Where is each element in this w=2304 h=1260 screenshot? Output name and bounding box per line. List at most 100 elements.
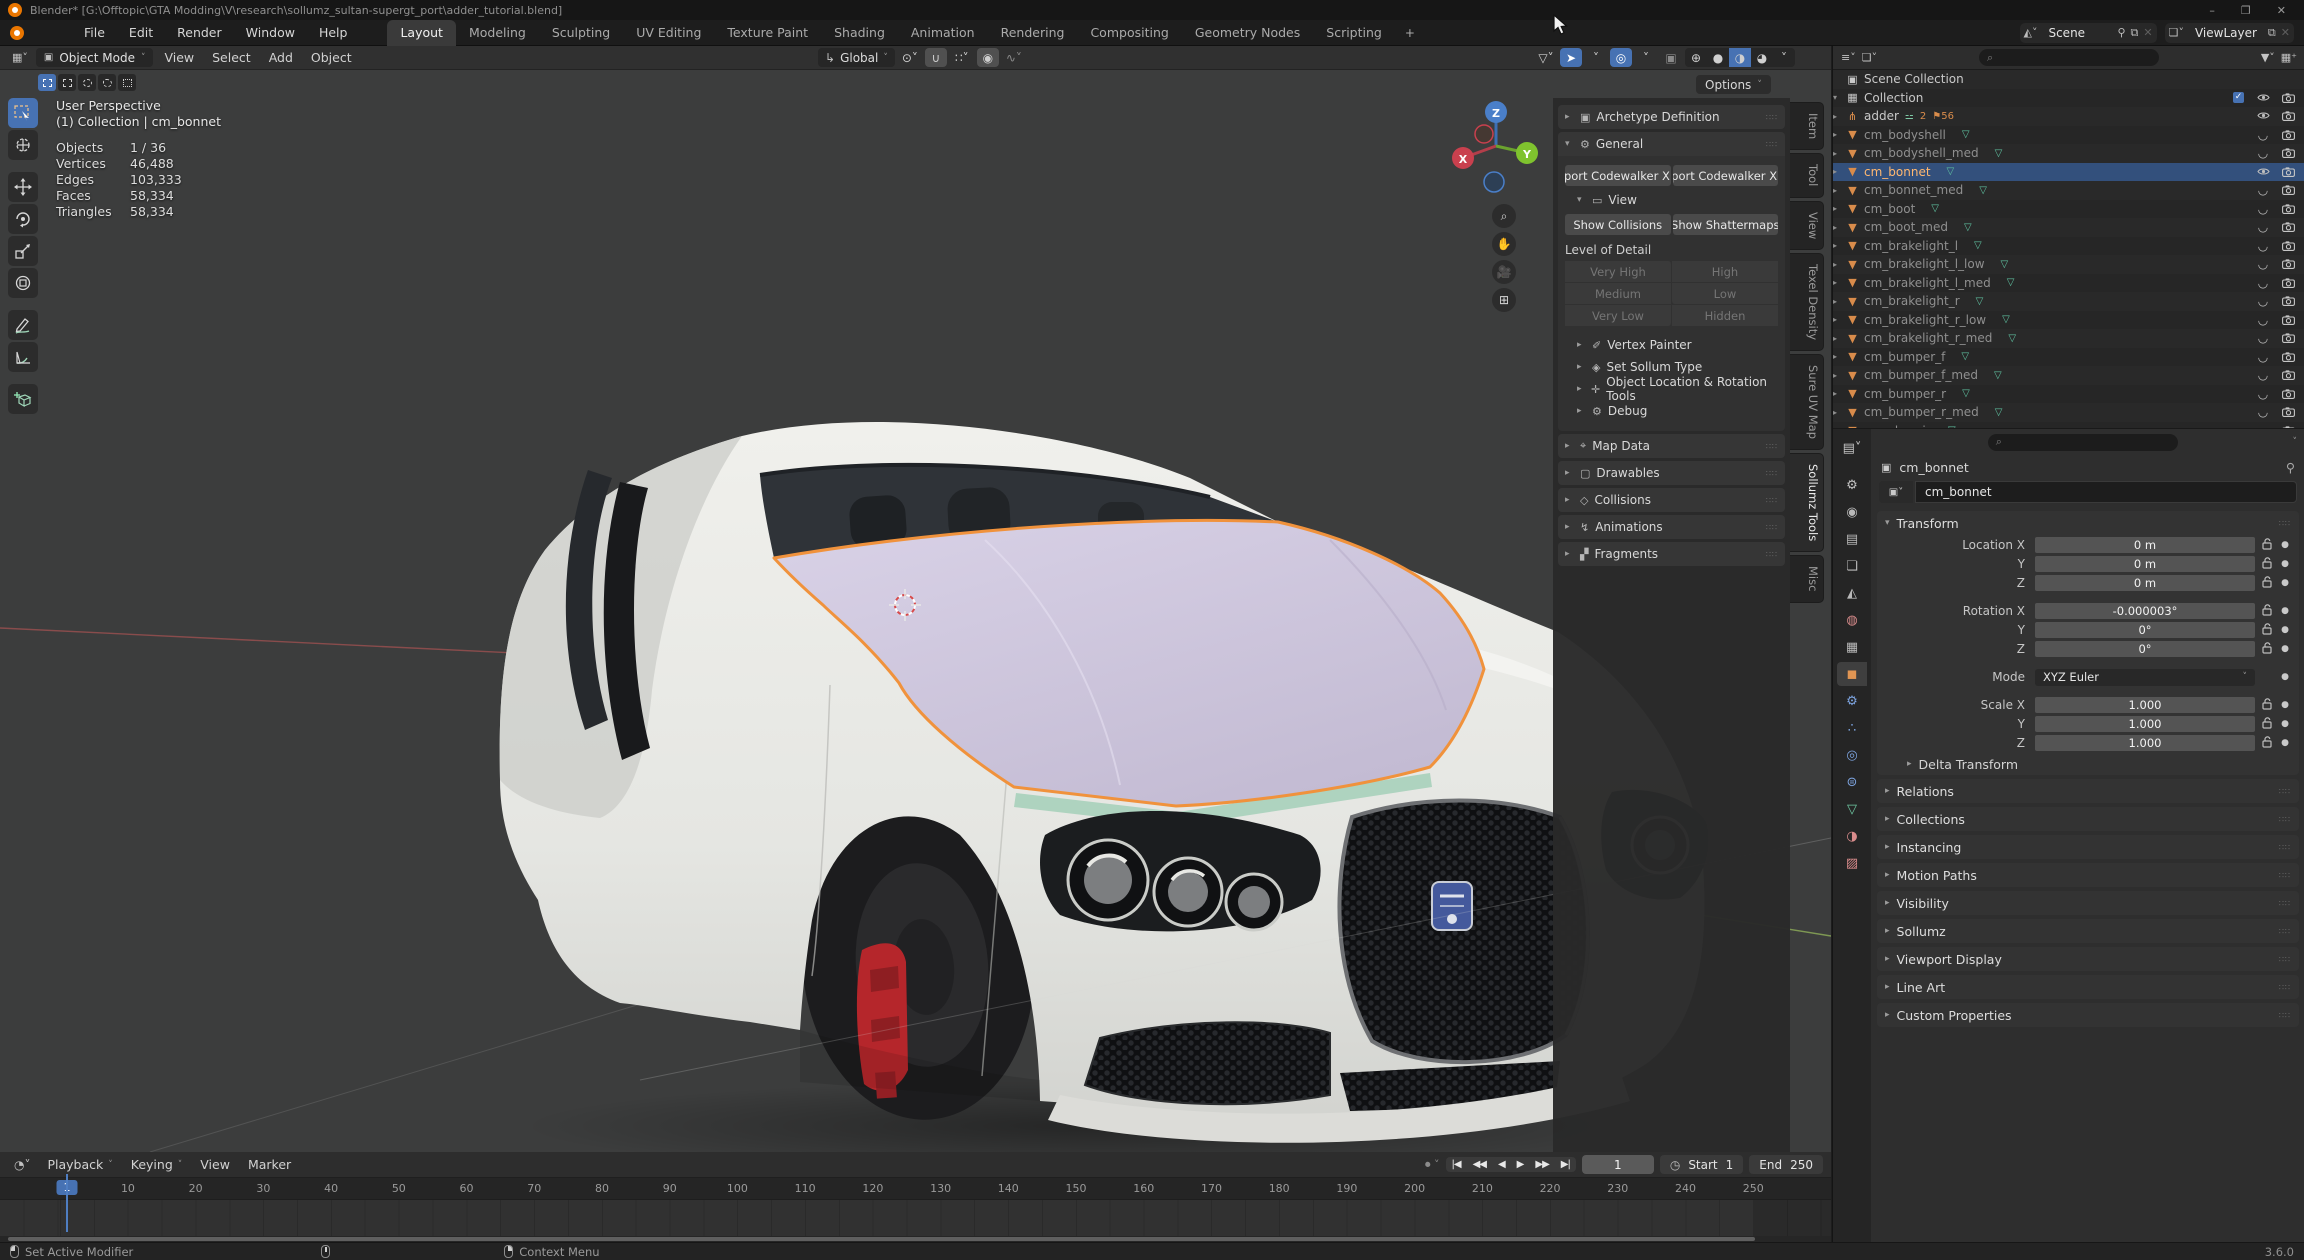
select-tweak-button[interactable] — [38, 74, 56, 91]
overlays-dropdown[interactable]: ˅ — [1635, 48, 1657, 67]
viewport-menu-item[interactable]: View — [155, 47, 203, 68]
value-field[interactable]: 1.000 — [2035, 735, 2255, 751]
timeline-ruler[interactable]: 1020304050607080901001101201301401501601… — [0, 1178, 1831, 1200]
lod-button[interactable]: Low — [1672, 283, 1778, 304]
sidebar-collapsed-panel[interactable]: ▸▞ Fragments∷∷ — [1558, 542, 1785, 566]
delta-transform-panel[interactable]: ▸Delta Transform — [1877, 753, 2299, 775]
value-field[interactable]: -0.000003° — [2035, 603, 2255, 619]
camera-disable-icon[interactable] — [2282, 333, 2295, 343]
lock-icon[interactable] — [2255, 623, 2279, 638]
sidebar-tab[interactable]: Tool — [1790, 153, 1824, 197]
timeline-editor-type-button[interactable]: ◔˅ — [8, 1158, 36, 1172]
animate-dot[interactable]: ● — [2279, 644, 2291, 654]
properties-search-input[interactable]: ⌕ — [1988, 434, 2178, 451]
lock-icon[interactable] — [2255, 717, 2279, 732]
transport-button-jump-to-end[interactable]: ▶| — [1555, 1157, 1576, 1172]
workspace-tab[interactable]: Rendering — [988, 20, 1078, 46]
workspace-tab[interactable]: Texture Paint — [714, 20, 821, 46]
expand-icon[interactable]: ▸ — [1833, 204, 1845, 213]
sidebar-collapsed-panel[interactable]: ▸↯ Animations∷∷ — [1558, 515, 1785, 539]
camera-disable-icon[interactable] — [2282, 222, 2295, 232]
viewport-menu-item[interactable]: Add — [260, 47, 302, 68]
general-subpanel[interactable]: ▸✛Object Location & Rotation Tools — [1565, 378, 1778, 400]
add-workspace-button[interactable]: + — [1395, 21, 1425, 45]
panel-general[interactable]: ▾⚙ General∷∷ — [1558, 132, 1785, 156]
outliner-row-cm_brakelight_r[interactable]: ▸ ▼ cm_brakelight_r ▽ ✓ ◡ — [1833, 292, 2304, 311]
properties-collapsed-panel[interactable]: ▸Sollumz∷∷ — [1877, 919, 2299, 943]
value-field[interactable]: 0 m — [2035, 575, 2255, 591]
codewalker-xml-button[interactable]: Export Codewalker XML — [1673, 165, 1779, 186]
animate-dot[interactable]: ● — [2279, 738, 2291, 748]
animate-dot[interactable]: ● — [2279, 559, 2291, 569]
outliner-editor-type-button[interactable]: ≡˅ — [1841, 51, 1856, 64]
camera-disable-icon[interactable] — [2282, 370, 2295, 380]
sidebar-tab[interactable]: View — [1790, 201, 1824, 250]
expand-icon[interactable]: ▸ — [1833, 352, 1845, 361]
pin-icon[interactable]: ⚲ — [2117, 26, 2125, 39]
proportional-editing-toggle[interactable]: ◉ — [977, 48, 999, 67]
sidebar-tab[interactable]: Item — [1790, 102, 1824, 150]
view-toggle-button[interactable]: Show Shattermaps — [1673, 214, 1779, 235]
timeline-menu[interactable]: Playback˅ — [38, 1154, 121, 1175]
new-scene-icon[interactable]: ⧉ — [2131, 26, 2139, 40]
outliner-row-Scene Collection[interactable]: ▣ Scene Collection ✓ ◡ — [1833, 70, 2304, 89]
expand-icon[interactable]: ▸ — [1833, 112, 1845, 121]
lock-icon[interactable] — [2255, 576, 2279, 591]
value-field[interactable]: 0 m — [2035, 537, 2255, 553]
tool-transform[interactable] — [8, 268, 38, 298]
value-field[interactable]: 0° — [2035, 622, 2255, 638]
viewlayer-selector[interactable]: ❏˅ ViewLayer ⧉ ✕ — [2165, 23, 2294, 43]
remove-viewlayer-icon[interactable]: ✕ — [2281, 26, 2290, 39]
sidebar-collapsed-panel[interactable]: ▸⌖ Map Data∷∷ — [1558, 434, 1785, 458]
overlays-toggle[interactable]: ◎ — [1610, 48, 1632, 67]
current-frame-field[interactable]: 1 — [1582, 1155, 1654, 1174]
shading-solid-button[interactable]: ● — [1707, 48, 1729, 67]
outliner-row-cm_bodyshell[interactable]: ▸ ▼ cm_bodyshell ▽ ✓ ◡ — [1833, 126, 2304, 145]
viewport-menu-item[interactable]: Select — [203, 47, 260, 68]
sidebar-tab[interactable]: Sollumz Tools — [1790, 453, 1824, 552]
eye-closed-icon[interactable]: ◡ — [2256, 202, 2270, 216]
expand-icon[interactable]: ▸ — [1833, 297, 1845, 306]
properties-tab-render[interactable]: ◉ — [1837, 500, 1867, 524]
lod-button[interactable]: Medium — [1565, 283, 1671, 304]
camera-disable-icon[interactable] — [2282, 315, 2295, 325]
outliner-row-cm_brakelight_r_low[interactable]: ▸ ▼ cm_brakelight_r_low ▽ ✓ ◡ — [1833, 311, 2304, 330]
shading-material-button[interactable]: ◑ — [1729, 48, 1751, 67]
eye-closed-icon[interactable]: ◡ — [2256, 128, 2270, 142]
expand-icon[interactable]: ▸ — [1833, 149, 1845, 158]
expand-icon[interactable]: ▸ — [1833, 315, 1845, 324]
new-viewlayer-icon[interactable]: ⧉ — [2268, 26, 2276, 40]
properties-tab-output[interactable]: ▤ — [1837, 527, 1867, 551]
maximize-button[interactable]: ❐ — [2241, 4, 2251, 17]
value-field[interactable]: 0° — [2035, 641, 2255, 657]
expand-icon[interactable]: ▸ — [1833, 186, 1845, 195]
camera-disable-icon[interactable] — [2282, 259, 2295, 269]
general-subpanel[interactable]: ▸✐Vertex Painter — [1565, 334, 1778, 356]
value-field[interactable]: 1.000 — [2035, 716, 2255, 732]
pivot-point-dropdown[interactable]: ⊙˅ — [899, 48, 921, 67]
timeline-menu[interactable]: Keying˅ — [122, 1154, 192, 1175]
properties-tab-world[interactable]: ◍ — [1837, 608, 1867, 632]
properties-options-dropdown[interactable]: ˅ — [2293, 437, 2298, 447]
gizmo-minus-z-axis[interactable] — [1484, 172, 1504, 192]
object-name-input[interactable]: cm_bonnet — [1915, 481, 2297, 503]
select-lasso-button[interactable] — [98, 74, 116, 91]
outliner-row-cm_bumper_f_med[interactable]: ▸ ▼ cm_bumper_f_med ▽ ✓ ◡ — [1833, 366, 2304, 385]
properties-collapsed-panel[interactable]: ▸Line Art∷∷ — [1877, 975, 2299, 999]
sidebar-collapsed-panel[interactable]: ▸▢ Drawables∷∷ — [1558, 461, 1785, 485]
transport-button-jump-to-start[interactable]: |◀ — [1446, 1157, 1467, 1172]
view-toggle-button[interactable]: Show Collisions — [1565, 214, 1671, 235]
eye-closed-icon[interactable]: ◡ — [2256, 313, 2270, 327]
properties-collapsed-panel[interactable]: ▸Visibility∷∷ — [1877, 891, 2299, 915]
select-paint-button[interactable] — [118, 74, 136, 91]
gizmo-minus-y-axis[interactable] — [1475, 125, 1493, 143]
workspace-tab[interactable]: Compositing — [1077, 20, 1181, 46]
perspective-toggle-button[interactable]: ⊞ — [1492, 288, 1516, 312]
expand-icon[interactable]: ▸ — [1833, 371, 1845, 380]
tool-cursor[interactable] — [8, 130, 38, 160]
outliner-row-cm_bumper_r[interactable]: ▸ ▼ cm_bumper_r ▽ ✓ ◡ — [1833, 385, 2304, 404]
workspace-tab[interactable]: Layout — [387, 20, 456, 46]
properties-tab-texture[interactable]: ▨ — [1837, 851, 1867, 875]
snap-settings-dropdown[interactable]: ∷˅ — [951, 48, 973, 67]
select-circle-button[interactable] — [78, 74, 96, 91]
